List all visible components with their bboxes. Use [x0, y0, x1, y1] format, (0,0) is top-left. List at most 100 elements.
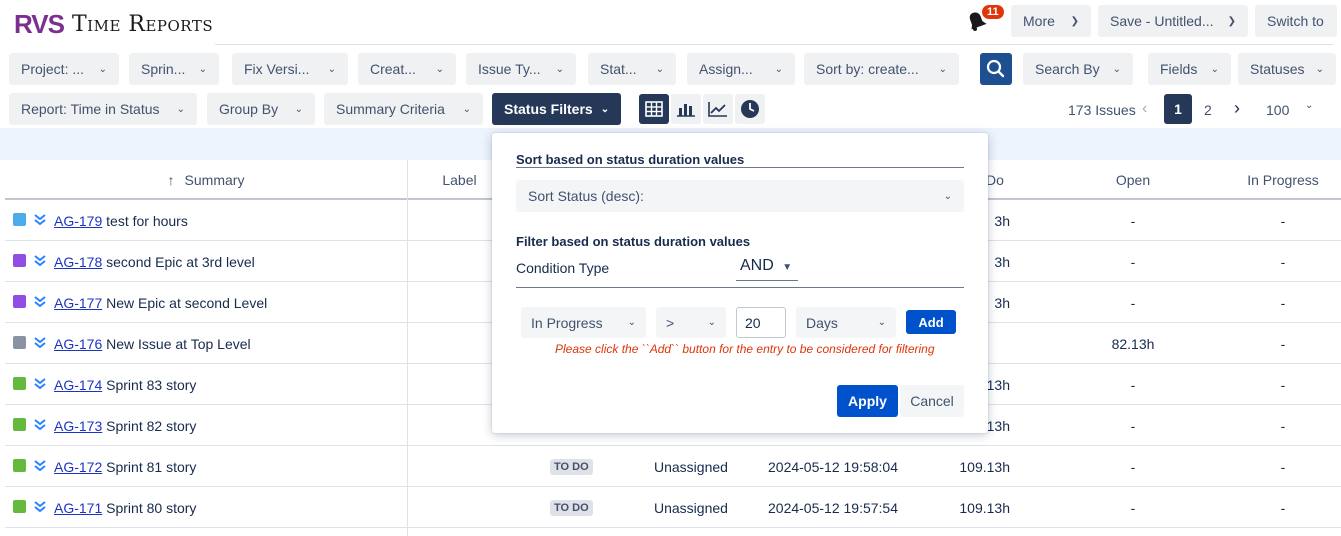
- issue-key-link[interactable]: AG-172: [54, 459, 102, 475]
- open-duration-cell: 82.13h: [1111, 336, 1155, 352]
- chevron-down-icon: ⌄: [938, 63, 947, 75]
- fields-button[interactable]: Fields ⌄: [1148, 53, 1231, 85]
- in-progress-duration-cell: -: [1280, 377, 1286, 393]
- issue-key-link[interactable]: AG-173: [54, 418, 102, 434]
- prev-page-icon[interactable]: ‹: [1142, 100, 1147, 118]
- open-duration-cell: -: [1130, 295, 1136, 311]
- col-summary-header[interactable]: ↑ Summary: [5, 160, 407, 200]
- status-filters-button[interactable]: Status Filters ⌄: [492, 93, 621, 125]
- app-title: Time Reports: [72, 11, 214, 37]
- operator-select[interactable]: > ⌄: [656, 307, 726, 338]
- clock-button[interactable]: [735, 94, 765, 124]
- chevron-down-icon[interactable]: ⌄: [1305, 100, 1313, 111]
- page-2-button[interactable]: 2: [1204, 102, 1212, 118]
- caret-down-icon: ▼: [782, 262, 793, 273]
- more-button[interactable]: More ❯: [1011, 5, 1091, 37]
- condition-type-select[interactable]: AND ▼: [740, 257, 792, 275]
- col-in-progress-header[interactable]: In Progress: [1233, 160, 1333, 200]
- chevron-down-icon: ⌄: [943, 190, 952, 202]
- statuses-button[interactable]: Statuses ⌄: [1238, 53, 1336, 85]
- priority-lowest-icon: [34, 378, 46, 390]
- cancel-button[interactable]: Cancel: [900, 385, 964, 417]
- priority-lowest-icon: [34, 501, 46, 513]
- header-divider: [215, 44, 1333, 45]
- assignee-filter[interactable]: Assign... ⌄: [687, 53, 795, 85]
- issue-type-icon: [13, 500, 26, 513]
- page-1-button[interactable]: 1: [1164, 94, 1192, 124]
- sort-status-select[interactable]: Sort Status (desc): ⌄: [516, 180, 964, 212]
- issue-key-link[interactable]: AG-177: [54, 295, 102, 311]
- issue-key-link[interactable]: AG-171: [54, 500, 102, 516]
- chevron-down-icon: ⌄: [462, 103, 471, 115]
- unit-select[interactable]: Days ⌄: [796, 307, 896, 338]
- issue-key-link[interactable]: AG-178: [54, 254, 102, 270]
- apply-button[interactable]: Apply: [837, 385, 898, 417]
- save-button[interactable]: Save - Untitled... ❯: [1098, 5, 1248, 37]
- chevron-down-icon: ⌄: [435, 63, 444, 75]
- chevron-down-icon: ⌄: [707, 317, 716, 328]
- issue-key-link[interactable]: AG-174: [54, 377, 102, 393]
- issue-summary: Sprint 82 story: [106, 418, 197, 434]
- issue-summary: test for hours: [106, 213, 188, 229]
- filter-status-select[interactable]: In Progress ⌄: [521, 307, 646, 338]
- open-duration-cell: -: [1130, 254, 1136, 270]
- app-logo: RVS Time Reports: [14, 6, 213, 42]
- chevron-down-icon: ⌄: [294, 103, 303, 115]
- line-chart-button[interactable]: [703, 94, 733, 124]
- col-open-header[interactable]: Open: [1083, 160, 1183, 200]
- page-size-select[interactable]: 100: [1266, 102, 1289, 118]
- status-lozenge: TO DO: [550, 459, 593, 475]
- created-filter[interactable]: Creat... ⌄: [358, 53, 456, 85]
- chevron-down-icon: ⌄: [555, 63, 564, 75]
- priority-lowest-icon: [34, 337, 46, 349]
- add-filter-button[interactable]: Add: [906, 310, 956, 334]
- sprint-filter[interactable]: Sprin... ⌄: [129, 53, 219, 85]
- column-divider: [407, 160, 408, 536]
- chevron-down-icon: ⌄: [327, 63, 336, 75]
- open-duration-cell: -: [1130, 377, 1136, 393]
- grid-view-button[interactable]: [639, 94, 669, 124]
- in-progress-duration-cell: -: [1280, 500, 1286, 516]
- next-page-icon[interactable]: ›: [1234, 98, 1240, 119]
- project-filter[interactable]: Project: ... ⌄: [9, 53, 119, 85]
- search-button[interactable]: [980, 53, 1012, 85]
- created-cell: 2024-05-12 19:57:54: [768, 500, 898, 516]
- status-lozenge: TO DO: [550, 500, 593, 516]
- chevron-down-icon: ⌄: [1315, 63, 1324, 75]
- assignee-cell: Unassigned: [654, 459, 728, 475]
- bar-chart-button[interactable]: [671, 94, 701, 124]
- status-filter[interactable]: Stat... ⌄: [588, 53, 676, 85]
- clock-icon: [741, 100, 759, 118]
- summary-criteria-button[interactable]: Summary Criteria ⌄: [324, 93, 483, 125]
- issue-summary: Sprint 80 story: [106, 500, 197, 516]
- in-progress-duration-cell: -: [1280, 254, 1286, 270]
- chevron-down-icon: ⌄: [176, 103, 185, 115]
- condition-type-label: Condition Type: [516, 260, 610, 276]
- open-duration-cell: -: [1130, 213, 1136, 229]
- switch-to-button[interactable]: Switch to: [1255, 5, 1337, 37]
- search-by-button[interactable]: Search By ⌄: [1023, 53, 1133, 85]
- table-row[interactable]: AG-172 Sprint 81 story TO DO Unassigned 202…: [5, 446, 1341, 487]
- fix-version-filter[interactable]: Fix Versi... ⌄: [232, 53, 348, 85]
- in-progress-duration-cell: -: [1280, 459, 1286, 475]
- open-duration-cell: -: [1130, 418, 1136, 434]
- issue-key-link[interactable]: AG-176: [54, 336, 102, 352]
- sort-by-filter[interactable]: Sort by: create... ⌄: [804, 53, 959, 85]
- issue-type-icon: [13, 377, 26, 390]
- group-by-button[interactable]: Group By ⌄: [207, 93, 315, 125]
- search-icon: [986, 59, 1005, 78]
- chevron-down-icon: ⌄: [774, 63, 783, 75]
- issue-type-filter[interactable]: Issue Ty... ⌄: [466, 53, 576, 85]
- issue-key-link[interactable]: AG-179: [54, 213, 102, 229]
- issue-summary: New Epic at second Level: [106, 295, 268, 311]
- todo-duration-cell: 109.13h: [959, 500, 1010, 516]
- in-progress-duration-cell: -: [1280, 418, 1286, 434]
- add-warning-text: Please click the ``Add`` button for the …: [555, 342, 935, 356]
- chevron-down-icon: ⌄: [98, 63, 107, 75]
- table-row[interactable]: AG-171 Sprint 80 story TO DO Unassigned 202…: [5, 487, 1341, 528]
- sort-section-title: Sort based on status duration values: [516, 152, 745, 167]
- duration-value-input[interactable]: 20: [736, 307, 786, 338]
- open-duration-cell: -: [1130, 459, 1136, 475]
- report-select[interactable]: Report: Time in Status ⌄: [9, 93, 197, 125]
- in-progress-duration-cell: -: [1280, 336, 1286, 352]
